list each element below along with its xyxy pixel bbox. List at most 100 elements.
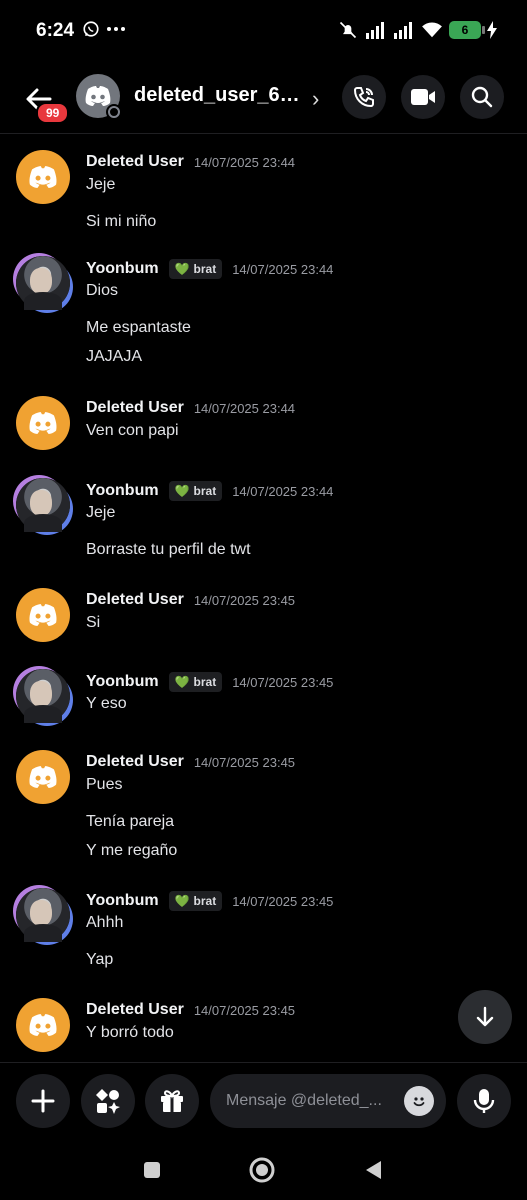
video-call-button[interactable]	[401, 75, 445, 119]
emoji-icon	[413, 1097, 425, 1107]
author-name[interactable]: Yoonbum	[86, 482, 159, 500]
message-text[interactable]: Si mi niño	[86, 213, 156, 231]
message-text[interactable]: Ven con papi	[86, 422, 179, 440]
home-icon	[249, 1157, 275, 1183]
recents-button[interactable]	[138, 1156, 166, 1184]
message-timestamp: 14/07/2025 23:44	[232, 261, 334, 277]
author-name[interactable]: Yoonbum	[86, 892, 159, 910]
message-text[interactable]: Si	[86, 614, 100, 632]
scroll-down-icon	[476, 1006, 494, 1027]
author-name[interactable]: Yoonbum	[86, 260, 159, 278]
author-avatar[interactable]	[16, 478, 70, 532]
author-name[interactable]: Deleted User	[86, 753, 184, 771]
search-button[interactable]	[460, 75, 504, 119]
message-text[interactable]: Yap	[86, 951, 113, 969]
message-text[interactable]: Pues	[86, 776, 122, 794]
microphone-icon	[473, 1089, 495, 1113]
author-name[interactable]: Deleted User	[86, 1001, 184, 1019]
message-composer	[0, 1062, 527, 1138]
message-text[interactable]: Ahhh	[86, 914, 123, 932]
message-timestamp: 14/07/2025 23:45	[193, 592, 296, 608]
recents-icon	[144, 1162, 160, 1178]
voice-call-icon	[353, 87, 374, 108]
user-tag[interactable]: 💚 brat	[168, 672, 223, 692]
status-bar: 6:24 6	[0, 0, 527, 64]
battery-icon: 6	[449, 21, 485, 39]
discord-logo-icon	[29, 604, 57, 626]
header-avatar[interactable]	[76, 74, 122, 120]
user-tag[interactable]: 💚 brat	[168, 481, 223, 501]
message-header: Deleted User 14/07/2025 23:45	[86, 753, 295, 771]
header-title[interactable]: deleted_user_69...	[134, 84, 306, 107]
user-tag-label: brat	[193, 675, 217, 689]
back-icon	[366, 1161, 381, 1179]
message-timestamp: 14/07/2025 23:45	[232, 893, 334, 909]
chevron-right-icon[interactable]: ›	[312, 86, 319, 112]
jump-to-present-button[interactable]	[458, 990, 512, 1044]
author-avatar[interactable]	[16, 888, 70, 942]
message-text[interactable]: Jeje	[86, 176, 115, 194]
message-header: Deleted User 14/07/2025 23:44	[86, 153, 295, 171]
apps-button[interactable]	[81, 1074, 135, 1128]
add-attachment-button[interactable]	[16, 1074, 70, 1128]
green-heart-icon: 💚	[174, 675, 190, 689]
back-nav-button[interactable]	[360, 1156, 388, 1184]
message-header: Yoonbum 💚 brat 14/07/2025 23:45	[86, 891, 333, 911]
chat-header: 99 deleted_user_69... ›	[0, 64, 527, 134]
status-time: 6:24	[36, 20, 75, 41]
author-name[interactable]: Deleted User	[86, 399, 184, 417]
signal-icon	[366, 22, 384, 39]
battery-level: 6	[461, 23, 469, 37]
author-avatar[interactable]	[16, 396, 70, 450]
author-avatar[interactable]	[16, 750, 70, 804]
message-timestamp: 14/07/2025 23:45	[193, 1002, 296, 1018]
whatsapp-icon	[83, 21, 99, 37]
message-header: Yoonbum 💚 brat 14/07/2025 23:44	[86, 481, 333, 501]
message-text[interactable]: Borraste tu perfil de twt	[86, 541, 251, 559]
message-timestamp: 14/07/2025 23:45	[232, 674, 334, 690]
author-name[interactable]: Yoonbum	[86, 673, 159, 691]
message-input-container[interactable]	[210, 1074, 446, 1128]
author-name[interactable]: Deleted User	[86, 153, 184, 171]
video-call-icon	[411, 89, 435, 105]
author-avatar[interactable]	[16, 669, 70, 723]
message-header: Deleted User 14/07/2025 23:44	[86, 399, 295, 417]
search-icon	[471, 86, 493, 108]
status-right-icons: 6	[337, 20, 497, 40]
message-text[interactable]: Jeje	[86, 504, 115, 522]
author-avatar[interactable]	[16, 150, 70, 204]
user-tag[interactable]: 💚 brat	[168, 259, 223, 279]
message-text[interactable]: Me espantaste	[86, 319, 191, 337]
voice-message-button[interactable]	[457, 1074, 511, 1128]
message-text[interactable]: Y me regaño	[86, 842, 177, 860]
message-text[interactable]: Tenía pareja	[86, 813, 174, 831]
author-avatar[interactable]	[16, 256, 70, 310]
message-text[interactable]: Y borró todo	[86, 1024, 174, 1042]
message-timestamp: 14/07/2025 23:45	[193, 754, 296, 770]
message-header: Yoonbum 💚 brat 14/07/2025 23:45	[86, 672, 333, 692]
status-left-icons	[82, 20, 126, 38]
emoji-button[interactable]	[404, 1086, 434, 1116]
voice-call-button[interactable]	[342, 75, 386, 119]
green-heart-icon: 💚	[174, 262, 190, 276]
discord-logo-icon	[29, 166, 57, 188]
discord-logo-icon	[85, 86, 111, 106]
message-list[interactable]: Deleted User 14/07/2025 23:44 Jeje Si mi ni…	[0, 134, 527, 1060]
author-avatar[interactable]	[16, 998, 70, 1052]
message-header: Yoonbum 💚 brat 14/07/2025 23:44	[86, 259, 333, 279]
green-heart-icon: 💚	[174, 894, 190, 908]
message-input[interactable]	[226, 1074, 396, 1128]
gift-button[interactable]	[145, 1074, 199, 1128]
author-avatar[interactable]	[16, 588, 70, 642]
home-button[interactable]	[248, 1156, 276, 1184]
message-text[interactable]: JAJAJA	[86, 348, 142, 366]
gift-icon	[161, 1090, 183, 1112]
user-tag[interactable]: 💚 brat	[168, 891, 223, 911]
message-text[interactable]: Dios	[86, 282, 118, 300]
author-name[interactable]: Deleted User	[86, 591, 184, 609]
charging-icon	[487, 21, 497, 39]
message-header: Deleted User 14/07/2025 23:45	[86, 591, 295, 609]
offline-status-icon	[106, 104, 122, 120]
plus-icon	[31, 1089, 55, 1113]
message-text[interactable]: Y eso	[86, 695, 127, 713]
